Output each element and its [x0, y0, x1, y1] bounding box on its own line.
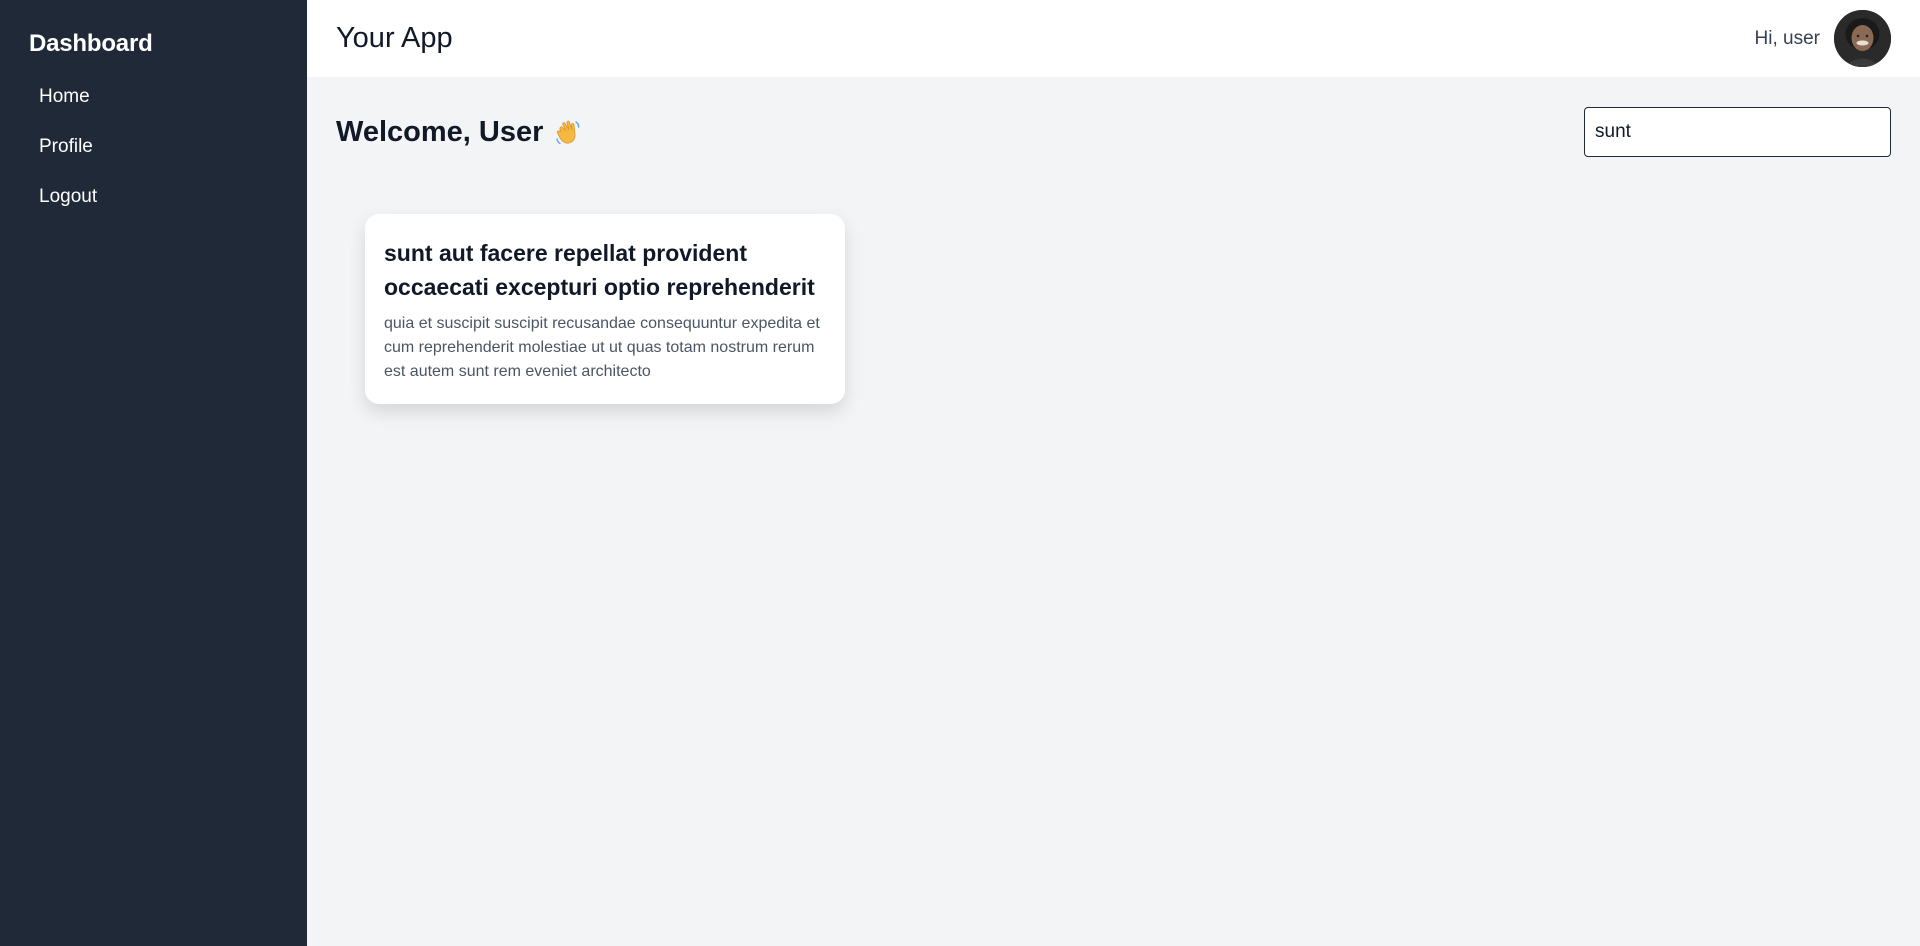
avatar-portrait-icon	[1834, 10, 1891, 67]
avatar[interactable]	[1834, 10, 1891, 67]
sidebar-title: Dashboard	[29, 30, 153, 57]
sidebar-item-home[interactable]: Home	[29, 76, 278, 118]
post-card[interactable]: sunt aut facere repellat provident occae…	[365, 214, 845, 404]
app-root: Dashboard Home Profile Logout Your App H…	[0, 0, 1920, 946]
user-area: Hi, user	[1755, 10, 1891, 67]
user-greeting: Hi, user	[1754, 27, 1820, 49]
post-card-body: quia et suscipit suscipit recusandae con…	[384, 315, 820, 380]
post-card-title: sunt aut facere repellat provident occae…	[384, 240, 815, 300]
welcome-text: Welcome, User	[336, 115, 544, 148]
waving-hand-icon	[556, 120, 580, 145]
welcome-heading: Welcome, User	[336, 116, 583, 149]
sidebar-item-logout[interactable]: Logout	[29, 176, 278, 218]
main-area: Your App Hi, user Welcome, User sunt sun…	[307, 0, 1920, 946]
app-title: Your App	[336, 22, 453, 54]
content: Welcome, User sunt aut facere repellat p…	[307, 77, 1920, 946]
search-input[interactable]	[1584, 107, 1891, 157]
sidebar-nav: Home Profile Logout	[29, 76, 278, 218]
sidebar-item-profile[interactable]: Profile	[29, 126, 278, 168]
sidebar: Dashboard Home Profile Logout	[0, 0, 307, 946]
topbar: Your App Hi, user	[307, 0, 1920, 77]
post-grid: sunt aut facere repellat provident occae…	[336, 214, 1891, 404]
content-header: Welcome, User	[336, 107, 1891, 157]
